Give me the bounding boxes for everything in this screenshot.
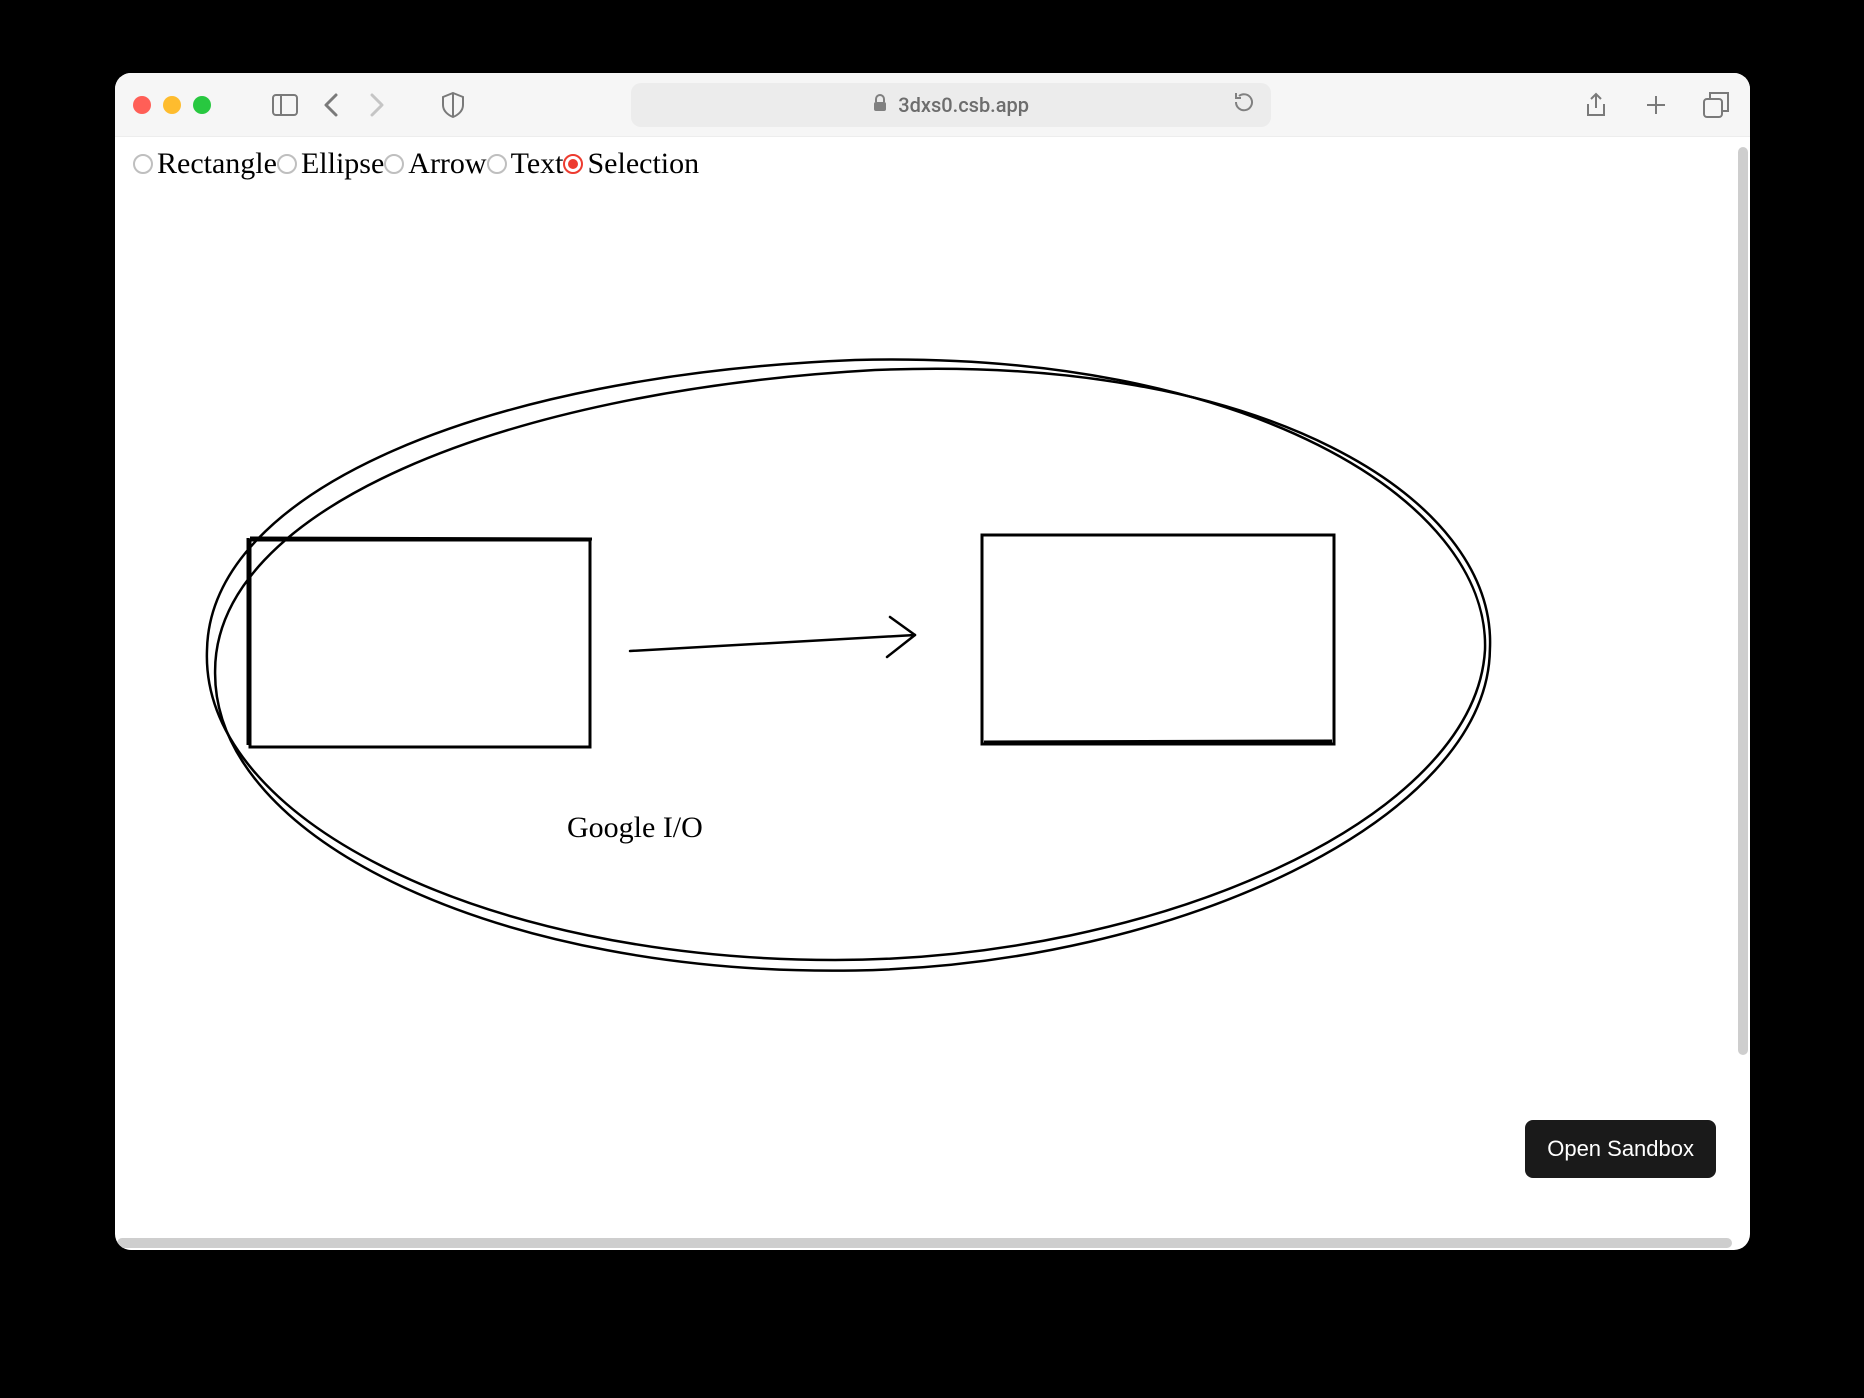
tab-overview-icon[interactable] [1700, 89, 1732, 121]
vertical-scrollbar[interactable] [1738, 147, 1748, 1055]
canvas-svg [115, 185, 1715, 1085]
tool-label: Ellipse [301, 147, 384, 181]
share-icon[interactable] [1580, 89, 1612, 121]
tool-ellipse[interactable]: Ellipse [277, 147, 384, 181]
reload-icon[interactable] [1233, 91, 1255, 118]
browser-titlebar: 3dxs0.csb.app [115, 73, 1750, 137]
radio-icon [277, 154, 297, 174]
window-controls [133, 96, 211, 114]
open-sandbox-button[interactable]: Open Sandbox [1525, 1120, 1716, 1178]
browser-window: 3dxs0.csb.app Rectangle Ellipse [115, 73, 1750, 1250]
tool-text[interactable]: Text [487, 147, 564, 181]
window-fullscreen-button[interactable] [193, 96, 211, 114]
radio-icon [563, 154, 583, 174]
canvas-text-label[interactable]: Google I/O [567, 811, 703, 845]
shape-tool-toolbar: Rectangle Ellipse Arrow Text Selection [115, 137, 1750, 185]
sidebar-toggle-icon[interactable] [269, 89, 301, 121]
titlebar-right-controls [1580, 89, 1732, 121]
tool-label: Text [511, 147, 564, 181]
window-close-button[interactable] [133, 96, 151, 114]
tool-rectangle[interactable]: Rectangle [133, 147, 277, 181]
tool-arrow[interactable]: Arrow [384, 147, 486, 181]
nav-back-button[interactable] [315, 89, 347, 121]
horizontal-scrollbar[interactable] [117, 1238, 1732, 1248]
radio-icon [487, 154, 507, 174]
tool-selection[interactable]: Selection [563, 147, 699, 181]
radio-icon [384, 154, 404, 174]
tool-label: Arrow [408, 147, 486, 181]
window-minimize-button[interactable] [163, 96, 181, 114]
new-tab-icon[interactable] [1640, 89, 1672, 121]
address-bar[interactable]: 3dxs0.csb.app [631, 83, 1271, 127]
shield-privacy-icon[interactable] [437, 89, 469, 121]
tool-label: Selection [587, 147, 699, 181]
radio-icon [133, 154, 153, 174]
tool-label: Rectangle [157, 147, 277, 181]
nav-forward-button [361, 89, 393, 121]
lock-icon [872, 93, 888, 117]
address-url: 3dxs0.csb.app [898, 93, 1029, 117]
drawing-canvas[interactable]: Google I/O [115, 185, 1750, 1185]
